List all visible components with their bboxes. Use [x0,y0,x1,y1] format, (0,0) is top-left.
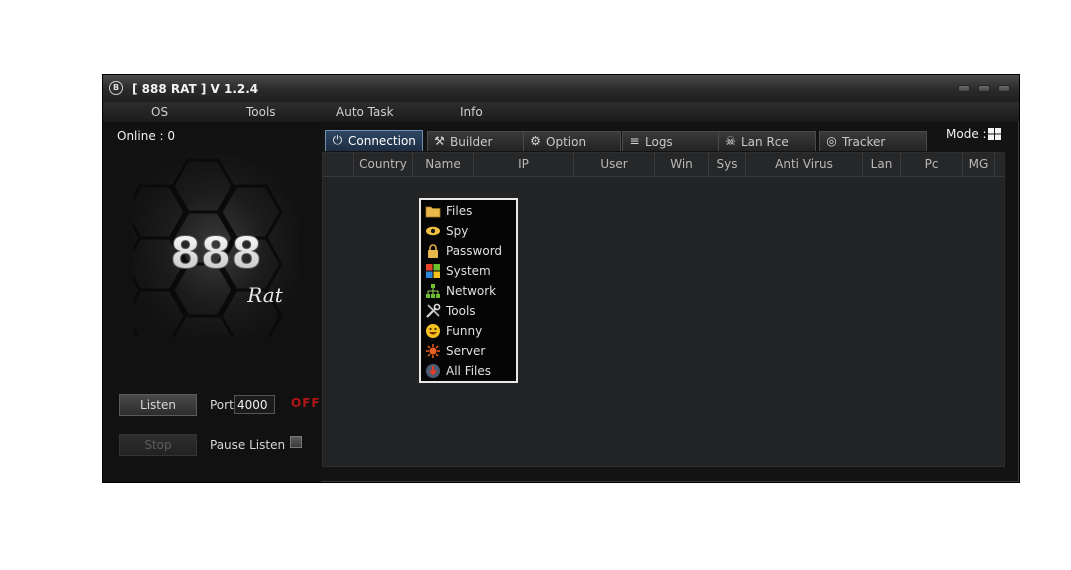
context-item-tools[interactable]: Tools [421,301,516,321]
windows-icon [426,264,440,278]
context-item-files[interactable]: Files [421,201,516,221]
logo-number: 888 [170,228,262,279]
window-title: [ 888 RAT ] V 1.2.4 [132,82,259,96]
column-header-sys[interactable]: Sys [709,153,746,176]
tools-icon [426,303,441,318]
menu-auto-task[interactable]: Auto Task [336,105,394,119]
gear-icon: ⚙ [530,134,541,148]
tab-builder[interactable]: ⚒ Builder [427,131,525,151]
eye-icon [426,226,440,236]
column-header-user[interactable]: User [574,153,655,176]
context-item-label: Spy [446,224,469,238]
column-header-ip[interactable]: IP [474,153,574,176]
menu-os[interactable]: OS [151,105,168,119]
column-header-country[interactable]: Country [354,153,413,176]
plug-icon: ⏻ [332,133,343,147]
database-icon: ≡ [629,134,640,148]
tab-label: Option [546,135,587,149]
context-item-label: Files [446,204,473,218]
tools-icon: ⚒ [434,134,445,148]
listen-button[interactable]: Listen [119,394,197,416]
column-header-blank[interactable] [323,153,354,176]
title-bar[interactable]: B [ 888 RAT ] V 1.2.4 [103,75,1019,103]
skull-icon: ☠ [725,134,736,148]
context-item-network[interactable]: Network [421,281,516,301]
globe-icon: ◎ [826,134,837,148]
tab-label: Tracker [842,135,886,149]
menu-tools[interactable]: Tools [246,105,276,119]
tab-label: Lan Rce [741,135,789,149]
smiley-icon [426,324,440,338]
column-header-win[interactable]: Win [655,153,709,176]
tab-logs[interactable]: ≡ Logs [622,131,720,151]
server-icon [426,344,440,358]
menu-bar: OS Tools Auto Task Info [103,102,1019,122]
download-icon [426,364,440,378]
stop-button[interactable]: Stop [119,434,197,456]
status-indicator: OFF [291,396,321,410]
main-window: B [ 888 RAT ] V 1.2.4 OS Tools Auto Task… [102,74,1020,483]
mode-label: Mode : [946,127,987,141]
minimize-button[interactable] [958,85,970,92]
pause-listen-checkbox[interactable] [290,436,302,448]
column-header-pc[interactable]: Pc [901,153,963,176]
context-item-spy[interactable]: Spy [421,221,516,241]
pause-listen-label: Pause Listen [210,438,286,452]
context-item-label: Tools [446,304,476,318]
network-icon [426,284,440,298]
context-item-label: Server [446,344,486,358]
column-header-name[interactable]: Name [413,153,474,176]
maximize-button[interactable] [978,85,990,92]
context-item-password[interactable]: Password [421,241,516,261]
table-header: Country Name IP User Win Sys Anti Virus … [323,153,1004,177]
rat-logo: 888 Rat [133,152,299,337]
lock-icon [428,244,438,258]
port-input[interactable] [234,395,275,414]
server-panel: Online : 0 888 Rat Listen Port 4000 OFF … [103,122,321,482]
context-item-label: Funny [446,324,483,338]
column-header-lan[interactable]: Lan [863,153,901,176]
tab-label: Connection [348,134,416,148]
folder-icon [425,206,441,218]
menu-info[interactable]: Info [460,105,483,119]
context-item-label: Network [446,284,497,298]
tab-connection[interactable]: ⏻ Connection [325,130,423,151]
column-header-mg[interactable]: MG [963,153,995,176]
tab-option[interactable]: ⚙ Option [523,131,621,151]
column-header-anti-virus[interactable]: Anti Virus [746,153,863,176]
port-label: Port [210,398,234,412]
context-item-label: Password [446,244,503,258]
tab-label: Builder [450,135,493,149]
app-icon[interactable]: B [109,81,123,95]
context-item-label: System [446,264,491,278]
tab-label: Logs [645,135,673,149]
context-item-label: All Files [446,364,492,378]
windows-icon[interactable] [988,128,1001,140]
tab-lan-rce[interactable]: ☠ Lan Rce [718,131,816,151]
context-item-funny[interactable]: Funny [421,321,516,341]
context-item-all-files[interactable]: All Files [421,361,516,381]
context-item-server[interactable]: Server [421,341,516,361]
context-item-system[interactable]: System [421,261,516,281]
online-count: Online : 0 [117,129,176,143]
tab-tracker[interactable]: ◎ Tracker [819,131,927,151]
logo-text: Rat [246,283,283,307]
context-menu: Files Spy Password System Network Tools … [419,198,518,383]
close-button[interactable] [998,85,1010,92]
